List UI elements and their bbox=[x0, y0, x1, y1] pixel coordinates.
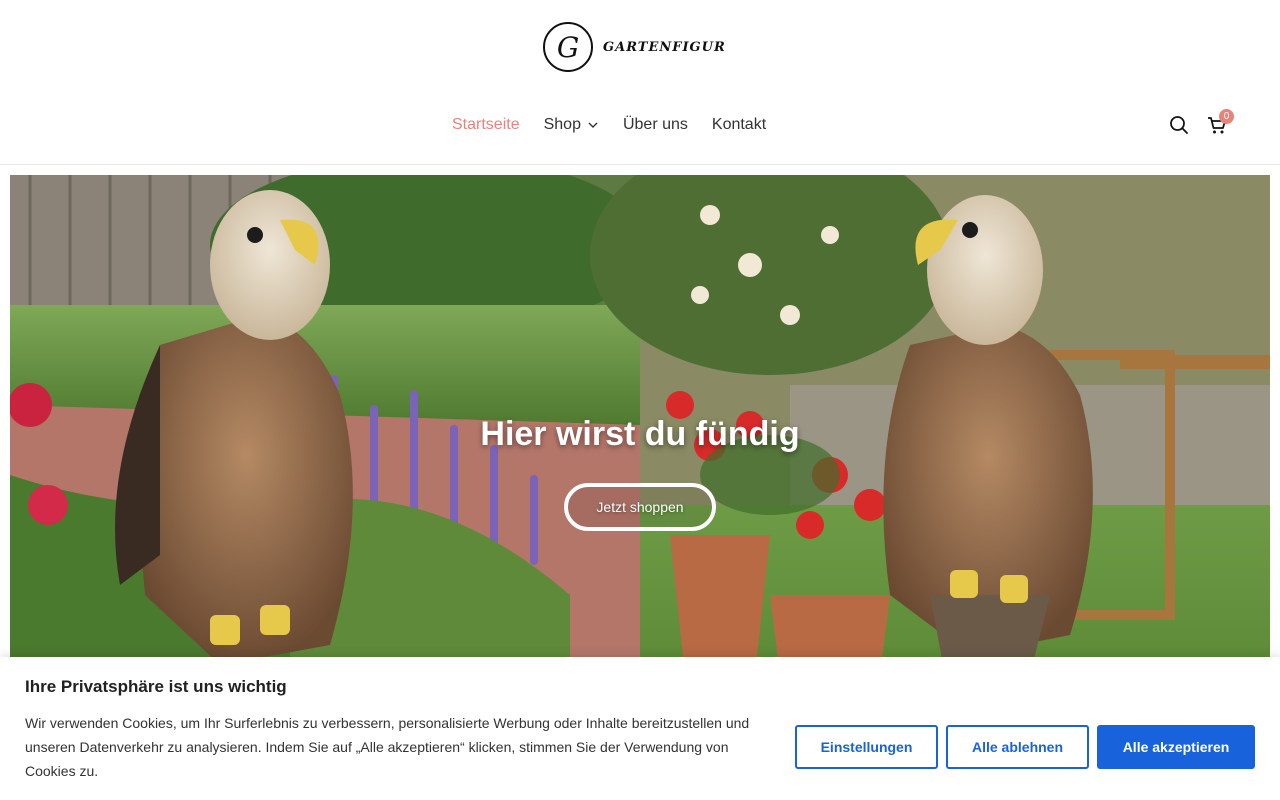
main-nav: Startseite Shop Über uns Kontakt bbox=[452, 116, 766, 134]
nav-item-ueber-uns[interactable]: Über uns bbox=[623, 116, 688, 134]
logo[interactable]: G GARTENFIGUR bbox=[543, 22, 726, 72]
site-header: G GARTENFIGUR Startseite Shop Über uns K… bbox=[0, 0, 1280, 165]
cart-count-badge: 0 bbox=[1219, 109, 1234, 124]
header-icons: 0 bbox=[1169, 109, 1234, 135]
cart-button[interactable]: 0 bbox=[1207, 109, 1234, 135]
search-icon bbox=[1170, 116, 1188, 134]
nav-item-label: Startseite bbox=[452, 116, 520, 133]
cookie-settings-button[interactable]: Einstellungen bbox=[795, 725, 938, 769]
cookie-banner: Ihre Privatsphäre ist uns wichtig Wir ve… bbox=[0, 657, 1280, 800]
nav-item-startseite[interactable]: Startseite bbox=[452, 116, 520, 134]
nav-item-label: Über uns bbox=[622, 116, 688, 133]
nav-item-shop[interactable]: Shop bbox=[544, 116, 599, 134]
nav-item-label: Shop bbox=[543, 116, 581, 133]
hero-title: Hier wirst du fündig bbox=[480, 415, 800, 453]
cookie-accept-button[interactable]: Alle akzeptieren bbox=[1097, 725, 1255, 769]
nav-item-label: Kontakt bbox=[711, 116, 767, 133]
cookie-reject-button[interactable]: Alle ablehnen bbox=[946, 725, 1089, 769]
logo-mark: G bbox=[543, 22, 593, 72]
search-button[interactable] bbox=[1169, 115, 1189, 135]
shop-now-button[interactable]: Jetzt shoppen bbox=[564, 483, 716, 531]
hero-banner: Hier wirst du fündig Jetzt shoppen bbox=[10, 175, 1270, 675]
nav-item-kontakt[interactable]: Kontakt bbox=[712, 116, 766, 134]
chevron-down-icon bbox=[588, 122, 598, 128]
logo-text: GARTENFIGUR bbox=[603, 39, 726, 55]
cookie-title: Ihre Privatsphäre ist uns wichtig bbox=[25, 677, 287, 696]
cookie-text: Wir verwenden Cookies, um Ihr Surferlebn… bbox=[25, 715, 750, 779]
